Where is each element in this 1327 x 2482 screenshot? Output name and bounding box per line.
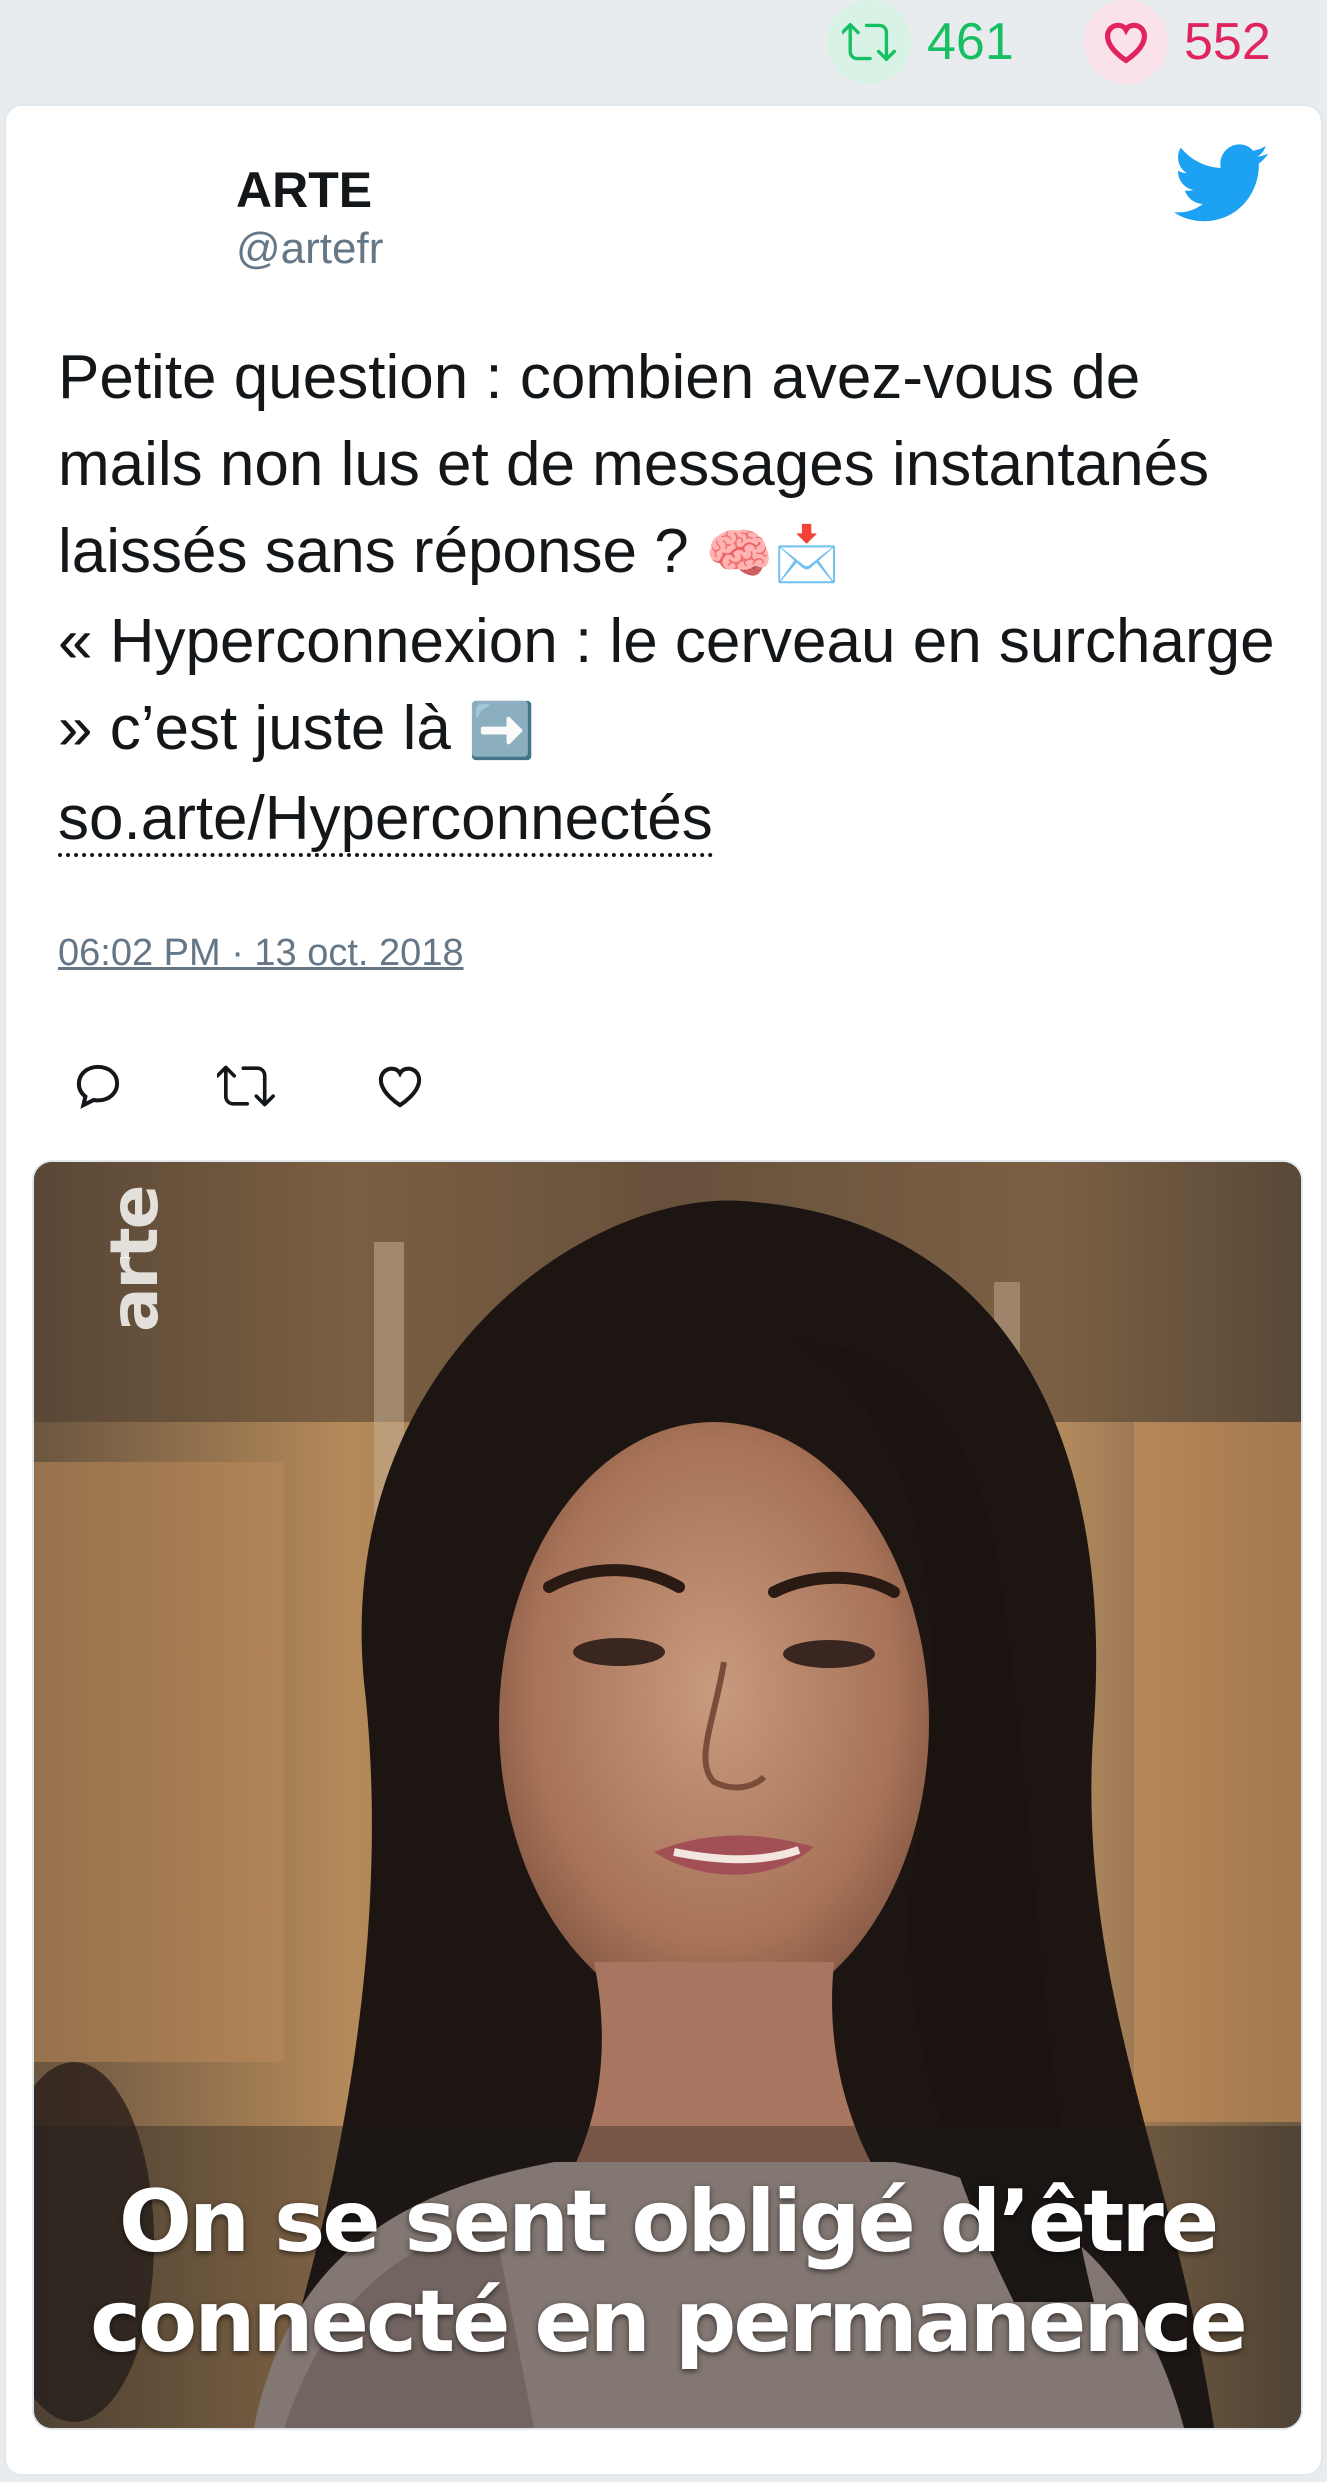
arte-watermark-logo: arte (96, 1186, 173, 1332)
like-stat[interactable]: 552 (1084, 0, 1271, 84)
author-handle[interactable]: @artefr (236, 224, 383, 274)
reply-icon[interactable] (58, 1046, 138, 1126)
engagement-bar: 461 552 (0, 0, 1327, 100)
twitter-bird-icon[interactable] (1174, 144, 1270, 224)
tweet-media-video[interactable]: arte On se sent obligé d’être connecté e… (32, 1160, 1303, 2430)
like-count: 552 (1184, 13, 1271, 71)
retweet-count: 461 (927, 13, 1014, 71)
retweet-icon[interactable] (206, 1046, 286, 1126)
arrow-right-emoji: ➡️ (468, 701, 536, 761)
heart-icon[interactable] (1084, 0, 1168, 84)
tweet-text-line2: « Hyperconnexion : le cerveau en surchar… (58, 607, 1275, 763)
subtitle-line-2: connecté en permanence (90, 2272, 1248, 2372)
tweet-timestamp[interactable]: 06:02 PM · 13 oct. 2018 (58, 932, 464, 975)
tweet-link[interactable]: so.arte/Hyperconnectés (58, 784, 713, 857)
author-name[interactable]: ARTE (236, 161, 372, 219)
retweet-stat[interactable]: 461 (827, 0, 1014, 84)
tweet-card: ARTE @artefr Petite question : combien a… (4, 104, 1323, 2476)
retweet-icon[interactable] (827, 0, 911, 84)
heart-icon[interactable] (360, 1046, 440, 1126)
brain-envelope-emoji: 🧠📩 (705, 524, 841, 584)
tweet-text-line1: Petite question : combien avez-vous de m… (58, 343, 1210, 586)
tweet-text: Petite question : combien avez-vous de m… (58, 334, 1278, 862)
subtitle-line-1: On se sent obligé d’être (118, 2172, 1219, 2272)
video-subtitle: On se sent obligé d’être connecté en per… (34, 2172, 1301, 2372)
